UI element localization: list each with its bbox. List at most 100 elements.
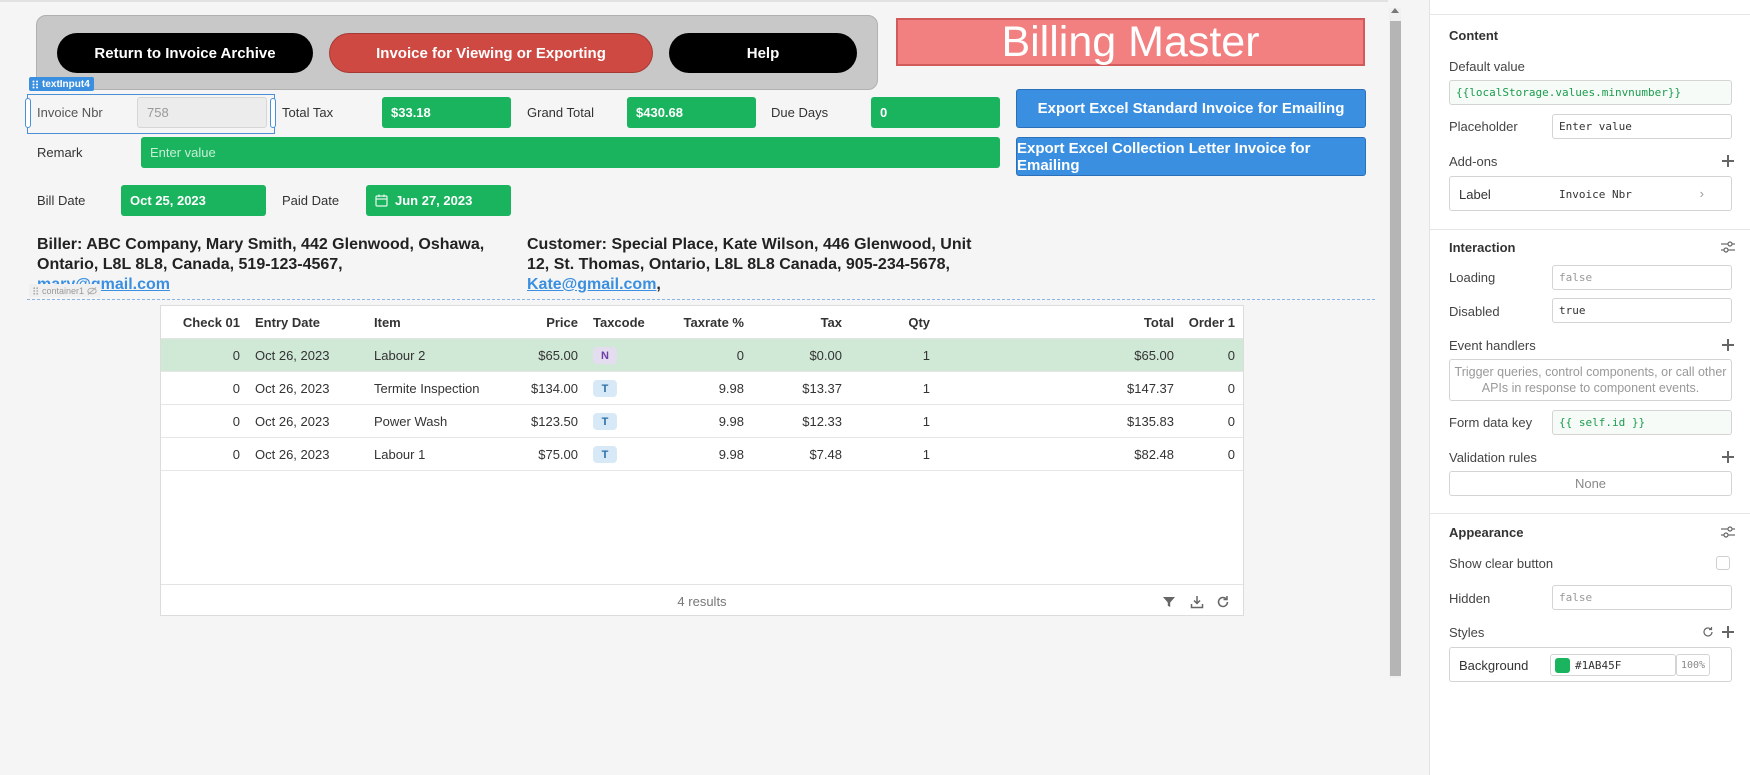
results-count: 4 results [677, 593, 727, 609]
form-data-key-input[interactable]: {{ self.id }} [1552, 410, 1732, 435]
download-icon[interactable] [1189, 594, 1205, 610]
cell-entry-date: Oct 26, 2023 [255, 381, 330, 396]
default-value-input[interactable]: {{localStorage.values.minvnumber}} [1449, 80, 1732, 105]
show-clear-button-label: Show clear button [1449, 556, 1554, 571]
disabled-input[interactable]: true [1552, 298, 1732, 323]
loading-input[interactable]: false [1552, 265, 1732, 290]
panel-divider [1430, 513, 1750, 514]
color-swatch[interactable] [1555, 658, 1570, 673]
appearance-section-title: Appearance [1449, 525, 1524, 540]
cell-total: $82.48 [1134, 447, 1174, 462]
column-header[interactable]: Total [961, 306, 1174, 339]
event-handlers-empty-hint: Trigger queries, control components, or … [1449, 359, 1732, 401]
cell-total: $135.83 [1127, 414, 1174, 429]
refresh-icon[interactable] [1215, 594, 1231, 610]
add-validation-rule-icon[interactable] [1722, 451, 1734, 463]
column-header[interactable]: Qty [851, 306, 930, 339]
taxcode-badge: T [593, 413, 617, 430]
column-header[interactable]: Check 01 [161, 306, 240, 339]
total-tax-field[interactable]: $33.18 [382, 97, 511, 128]
export-standard-invoice-button[interactable]: Export Excel Standard Invoice for Emaili… [1016, 89, 1366, 128]
taxcode-badge: N [593, 347, 617, 364]
disabled-label: Disabled [1449, 304, 1500, 319]
export-collection-letter-button[interactable]: Export Excel Collection Letter Invoice f… [1016, 137, 1366, 176]
background-style-row[interactable]: Background #1AB45F 100% [1449, 647, 1732, 682]
due-days-field[interactable]: 0 [871, 97, 1000, 128]
bill-date-field[interactable]: Oct 25, 2023 [121, 185, 266, 216]
background-color-input[interactable]: #1AB45F [1550, 654, 1676, 676]
filter-icon[interactable] [1161, 594, 1177, 610]
column-header[interactable]: Order 1 [1161, 306, 1235, 339]
calendar-icon [375, 194, 388, 207]
container-boundary [27, 299, 1375, 300]
resize-handle-left[interactable] [25, 98, 31, 128]
customer-line-2: 12, St. Thomas, Ontario, L8L 8L8 Canada,… [527, 256, 950, 273]
table-row[interactable]: 0 Oct 26, 2023 Power Wash $123.50 T 9.98… [161, 405, 1243, 438]
paid-date-field[interactable]: Jun 27, 2023 [366, 185, 511, 216]
invoice-view-export-button[interactable]: Invoice for Viewing or Exporting [329, 33, 653, 73]
add-addon-icon[interactable] [1722, 155, 1734, 167]
grand-total-field[interactable]: $430.68 [627, 97, 756, 128]
cell-qty: 1 [922, 348, 930, 363]
cell-total: $65.00 [1134, 348, 1174, 363]
invoice-nbr-label: Invoice Nbr [37, 105, 103, 120]
background-opacity-input[interactable]: 100% [1676, 654, 1710, 676]
cell-taxrate: 0 [736, 348, 744, 363]
add-event-handler-icon[interactable] [1722, 339, 1734, 351]
remark-label: Remark [37, 145, 83, 160]
cell-taxrate: 9.98 [718, 414, 744, 429]
remark-input[interactable]: Enter value [141, 137, 1000, 168]
inspector-panel: Content Default value {{localStorage.val… [1429, 0, 1750, 775]
resize-handle-right[interactable] [270, 98, 276, 128]
column-header[interactable]: Entry Date [255, 306, 355, 339]
table-row[interactable]: 0 Oct 26, 2023 Labour 1 $75.00 T 9.98 $7… [161, 438, 1243, 471]
show-clear-button-checkbox[interactable] [1716, 556, 1730, 570]
addons-label: Add-ons [1449, 154, 1498, 169]
cell-check: 0 [232, 348, 240, 363]
biller-info: Biller: ABC Company, Mary Smith, 442 Gle… [37, 235, 484, 295]
return-to-archive-button[interactable]: Return to Invoice Archive [57, 33, 313, 73]
cell-order: 0 [1227, 447, 1235, 462]
validation-rules-label: Validation rules [1449, 450, 1537, 465]
settings-sliders-icon[interactable] [1721, 241, 1735, 253]
default-value-label: Default value [1449, 59, 1525, 74]
table-row[interactable]: 0 Oct 26, 2023 Labour 2 $65.00 N 0 $0.00… [161, 339, 1243, 372]
validation-rules-empty: None [1449, 471, 1732, 496]
scroll-up-arrow-icon[interactable] [1391, 8, 1399, 13]
loading-label: Loading [1449, 270, 1496, 285]
settings-sliders-icon[interactable] [1721, 526, 1735, 538]
cell-tax: $7.48 [809, 447, 842, 462]
background-color-hex: #1AB45F [1575, 659, 1622, 672]
app-canvas: Return to Invoice Archive Invoice for Vi… [0, 0, 1388, 775]
customer-email-link[interactable]: Kate@gmail.com [527, 276, 656, 293]
hidden-eye-icon [87, 286, 97, 295]
table-footer: 4 results [161, 584, 1243, 616]
selected-component-tag[interactable]: textInput4 [29, 77, 94, 91]
customer-trail: , [656, 276, 661, 293]
help-button[interactable]: Help [669, 33, 857, 73]
cell-taxrate: 9.98 [718, 447, 744, 462]
biller-line-1: Biller: ABC Company, Mary Smith, 442 Gle… [37, 236, 485, 253]
paid-date-value: Jun 27, 2023 [395, 193, 473, 208]
hidden-label: Hidden [1449, 591, 1491, 606]
add-style-icon[interactable] [1722, 626, 1734, 638]
placeholder-label: Placeholder [1449, 119, 1518, 134]
selected-component-name: textInput4 [42, 78, 90, 90]
panel-divider [1430, 14, 1750, 15]
placeholder-input[interactable]: Enter value [1552, 114, 1732, 139]
container-tag[interactable]: container1 [29, 284, 102, 297]
hidden-input[interactable]: false [1552, 585, 1732, 610]
column-header[interactable]: Price [461, 306, 578, 339]
label-addon-value: Invoice Nbr [1559, 188, 1632, 201]
column-header[interactable]: Taxrate % [641, 306, 744, 339]
table-row[interactable]: 0 Oct 26, 2023 Termite Inspection $134.0… [161, 372, 1243, 405]
column-header[interactable]: Tax [751, 306, 842, 339]
canvas-scrollbar-thumb[interactable] [1390, 21, 1401, 676]
panel-divider [1430, 229, 1750, 230]
cell-price: $65.00 [538, 348, 578, 363]
invoice-nbr-input[interactable]: 758 [137, 97, 267, 128]
reset-styles-icon[interactable] [1702, 626, 1714, 638]
customer-line-1: Customer: Special Place, Kate Wilson, 44… [527, 236, 972, 253]
label-addon-row[interactable]: Label Invoice Nbr › [1449, 176, 1732, 211]
cell-tax: $12.33 [802, 414, 842, 429]
